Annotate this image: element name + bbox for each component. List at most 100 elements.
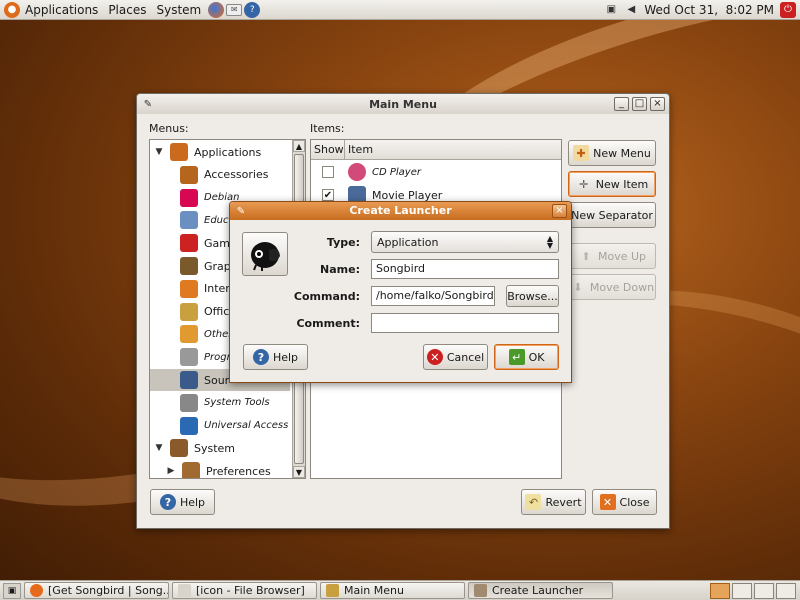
expand-arrow-icon[interactable]: ▶ (166, 466, 176, 476)
applications-menu[interactable]: ● Applications (0, 0, 104, 20)
menu-tree-item-label: Inter (204, 282, 230, 296)
cancel-button[interactable]: ✕ Cancel (423, 344, 488, 370)
maximize-button[interactable]: □ (632, 97, 647, 111)
item-label: Movie Player (372, 188, 443, 202)
ok-button[interactable]: ↵ OK (494, 344, 559, 370)
mail-icon[interactable]: ✉ (226, 3, 243, 16)
menu-tree-item[interactable]: Grap (150, 255, 231, 277)
places-menu[interactable]: Places (104, 0, 152, 20)
menu-tree-item[interactable]: Inter (150, 278, 230, 300)
main-help-button[interactable]: ? Help (150, 489, 215, 515)
browse-button[interactable]: Browse... (506, 285, 559, 307)
taskbar-item[interactable]: Create Launcher (468, 582, 613, 599)
minimize-button[interactable]: _ (614, 97, 629, 111)
menu-tree-item-label: System Tools (204, 397, 270, 409)
games-icon (180, 234, 198, 253)
menu-tree-item[interactable]: System Tools (150, 392, 270, 414)
cancel-icon: ✕ (426, 349, 443, 365)
graphics-icon (180, 257, 198, 275)
move-up-label: Move Up (597, 249, 647, 263)
firefox-icon[interactable] (208, 1, 225, 18)
menu-tree-item-label: System (194, 441, 236, 455)
move-up-button[interactable]: ⬆ Move Up (568, 243, 656, 269)
system-tools-icon (180, 393, 198, 412)
workspace-4[interactable] (776, 582, 796, 599)
item-column-header[interactable]: Item (345, 140, 561, 160)
menu-tree-item-label: Sour (204, 373, 230, 387)
menu-tree-item[interactable]: ▼ Applications (150, 141, 261, 163)
applications-menu-label: Applications (25, 2, 99, 17)
internet-icon (180, 279, 198, 298)
new-item-button[interactable]: ✛ New Item (568, 171, 656, 197)
menu-tree-item[interactable]: ▶ Preferences (150, 460, 271, 478)
workspace-2[interactable] (732, 582, 752, 599)
dialog-titlebar[interactable]: ✎ Create Launcher × (230, 202, 571, 220)
workspace-3[interactable] (754, 582, 774, 599)
close-window-button[interactable]: × (650, 97, 665, 111)
menu-tree-item[interactable]: Other (150, 323, 232, 345)
menu-tree-item[interactable]: Universal Access (150, 415, 288, 437)
dialog-title: Create Launcher (349, 204, 452, 217)
new-menu-button[interactable]: ✚ New Menu (568, 140, 656, 166)
launcher-icon (474, 584, 487, 597)
menu-tree-item-label: Preferences (206, 464, 271, 478)
revert-button[interactable]: ↶ Revert (521, 489, 586, 515)
other-icon (180, 325, 198, 344)
menu-tree-item[interactable]: Educa (150, 209, 235, 231)
collapse-arrow-icon[interactable]: ▼ (154, 147, 164, 157)
accessories-icon (180, 165, 198, 184)
sound-video-icon (180, 371, 198, 389)
item-row[interactable]: CD Player (311, 161, 561, 183)
menu-tree-item[interactable]: Debian (150, 187, 239, 209)
taskbar-item[interactable]: [Get Songbird | Song... (24, 582, 169, 599)
scroll-down-arrow-icon[interactable]: ▼ (293, 466, 305, 478)
menu-tree-item[interactable]: ▼ System (150, 437, 235, 459)
taskbar-item[interactable]: [icon - File Browser] (172, 582, 317, 599)
dialog-help-button[interactable]: ? Help (243, 344, 308, 370)
show-column-header[interactable]: Show (311, 140, 345, 160)
comment-field[interactable] (371, 313, 559, 333)
menu-tree-item[interactable]: Offic (150, 301, 229, 323)
type-select-value: Application (377, 235, 439, 249)
revert-icon: ↶ (525, 494, 542, 510)
programming-icon (180, 348, 198, 367)
menu-tree-item-label: Applications (194, 145, 262, 159)
power-icon[interactable]: ⏻ (780, 1, 796, 18)
main-menu-icon (326, 584, 339, 597)
cancel-label: Cancel (446, 350, 485, 364)
clock[interactable]: Wed Oct 31, 8:02 PM (644, 3, 774, 17)
close-button[interactable]: ✕ Close (592, 489, 657, 515)
system-menu-label: System (156, 2, 202, 17)
new-separator-button[interactable]: New Separator (568, 202, 656, 228)
show-checkbox[interactable] (322, 166, 334, 178)
main-menu-title: Main Menu (369, 97, 437, 111)
show-checkbox[interactable]: ✔ (322, 189, 334, 201)
main-menu-titlebar[interactable]: ✎ Main Menu _ □ × (137, 94, 669, 114)
network-icon[interactable]: ▣ (604, 3, 618, 17)
volume-icon[interactable]: ◀ (624, 3, 638, 17)
show-desktop-button[interactable]: ▣ (3, 582, 21, 599)
taskbar-item[interactable]: Main Menu (320, 582, 465, 599)
menu-tree-item-label: Gam (204, 236, 230, 250)
menu-tree-item[interactable]: Accessories (150, 164, 268, 186)
collapse-arrow-icon[interactable]: ▼ (154, 443, 164, 453)
name-field[interactable]: Songbird (371, 259, 559, 279)
move-down-button[interactable]: ⬇ Move Down (568, 274, 656, 300)
item-label: CD Player (372, 166, 421, 178)
ok-label: OK (528, 350, 545, 364)
system-icon (170, 439, 188, 458)
command-field[interactable]: /home/falko/Songbird/sc (371, 286, 495, 306)
arrow-up-icon: ⬆ (581, 249, 591, 263)
taskbar-item-label: [Get Songbird | Song... (48, 584, 169, 597)
help-icon[interactable]: ? (244, 1, 261, 18)
dialog-close-button[interactable]: × (552, 204, 567, 218)
scroll-up-arrow-icon[interactable]: ▲ (293, 140, 305, 152)
type-select[interactable]: Application ▲ ▼ (371, 231, 559, 253)
new-menu-label: New Menu (593, 146, 651, 160)
menu-tree-item[interactable]: Gam (150, 232, 230, 254)
system-menu[interactable]: System (152, 0, 207, 20)
create-launcher-dialog: ✎ Create Launcher × Type: Application ▲ ▼… (229, 201, 572, 383)
workspace-1[interactable] (710, 582, 730, 599)
taskbar-item-label: Create Launcher (492, 584, 584, 597)
menu-tree-item[interactable]: Progr (150, 346, 231, 368)
